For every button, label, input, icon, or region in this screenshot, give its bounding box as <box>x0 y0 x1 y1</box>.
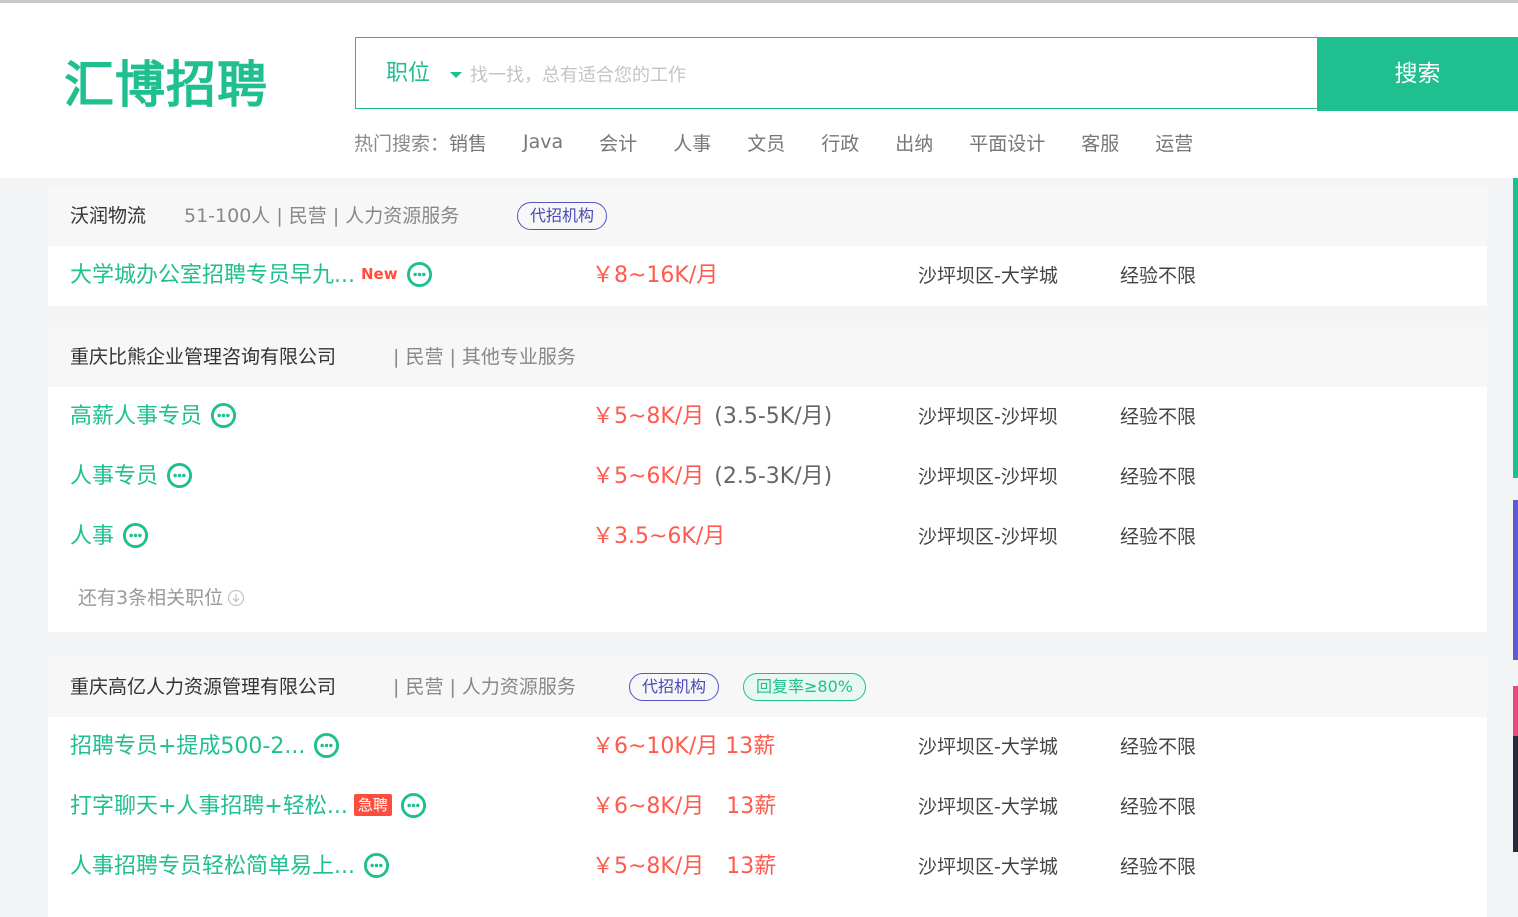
company-card: 重庆高亿人力资源管理有限公司 | 民营 | 人力资源服务 代招机构 回复率≥80… <box>48 657 1487 917</box>
job-location: 沙坪坝区-沙坪坝 <box>918 406 1058 428</box>
job-location: 沙坪坝区-大学城 <box>918 796 1058 818</box>
urgent-badge: 急聘 <box>353 794 392 816</box>
side-accent-bar <box>1513 178 1518 478</box>
caret-down-icon[interactable] <box>450 72 462 78</box>
company-name[interactable]: 重庆高亿人力资源管理有限公司 <box>70 657 336 717</box>
circle-arrow-down-icon[interactable] <box>227 589 245 607</box>
side-accent-bar <box>1513 686 1518 736</box>
hot-search-label: 热门搜索： <box>354 132 450 155</box>
job-location: 沙坪坝区-大学城 <box>918 265 1058 287</box>
search-type-select[interactable]: 职位 <box>386 38 430 110</box>
job-salary: ￥5~8K/月 13薪 <box>592 854 777 879</box>
more-jobs-link[interactable]: 还有3条相关职位 <box>78 567 245 629</box>
job-title[interactable]: 大学城办公室招聘专员早九... New <box>70 246 433 306</box>
job-title[interactable]: 人事 <box>70 507 149 567</box>
site-header: 汇博招聘 职位 搜索 热门搜索： 销售 Java 会计 人事 文员 行政 出纳 … <box>0 3 1518 178</box>
company-header: 重庆比熊企业管理咨询有限公司 | 民营 | 其他专业服务 <box>48 327 1487 387</box>
hot-search-item[interactable]: 人事 <box>673 129 711 156</box>
chat-bubble-icon[interactable] <box>406 261 433 288</box>
company-card: 沃润物流 51-100人 | 民营 | 人力资源服务 代招机构 大学城办公室招聘… <box>48 186 1487 306</box>
chat-bubble-icon[interactable] <box>166 462 193 489</box>
job-location: 沙坪坝区-沙坪坝 <box>918 466 1058 488</box>
chat-bubble-icon[interactable] <box>210 402 237 429</box>
job-experience: 经验不限 <box>1120 736 1197 758</box>
company-meta: | 民营 | 人力资源服务 <box>393 676 576 698</box>
company-meta: 51-100人 | 民营 | 人力资源服务 <box>184 205 460 227</box>
job-salary: ￥5~8K/月 (3.5-5K/月) <box>592 404 833 429</box>
job-salary: ￥6~8K/月 13薪 <box>592 794 777 819</box>
job-experience: 经验不限 <box>1120 856 1197 878</box>
agency-badge: 代招机构 <box>517 202 608 230</box>
job-row[interactable]: 人事招聘专员轻松简单易上... ￥5~8K/月 13薪 沙坪坝区-大学城 经验不… <box>48 837 1487 897</box>
more-jobs-row: 还有3条相关职位 <box>48 567 1487 632</box>
job-experience: 经验不限 <box>1120 406 1197 428</box>
company-name[interactable]: 重庆比熊企业管理咨询有限公司 <box>70 327 336 387</box>
hot-search-item[interactable]: 客服 <box>1081 129 1119 156</box>
company-card: 重庆比熊企业管理咨询有限公司 | 民营 | 其他专业服务 高薪人事专员 ￥5~8… <box>48 327 1487 632</box>
search-input[interactable] <box>468 54 1272 96</box>
job-salary: ￥6~10K/月 13薪 <box>592 734 776 759</box>
job-location: 沙坪坝区-大学城 <box>918 856 1058 878</box>
side-accent-bar <box>1513 736 1518 852</box>
chat-bubble-icon[interactable] <box>400 792 427 819</box>
hot-search-item[interactable]: 出纳 <box>895 129 933 156</box>
hot-search-item[interactable]: 平面设计 <box>969 129 1045 156</box>
agency-badge: 代招机构 <box>629 673 720 701</box>
job-row[interactable]: 人事专员 ￥5~6K/月 (2.5-3K/月) 沙坪坝区-沙坪坝 经验不限 <box>48 447 1487 507</box>
search-bar: 职位 <box>355 37 1317 109</box>
job-experience: 经验不限 <box>1120 526 1197 548</box>
hot-search-item[interactable]: Java <box>523 131 563 153</box>
job-row[interactable]: 打字聊天+人事招聘+轻松... 急聘 ￥6~8K/月 13薪 沙坪坝区-大学城 经… <box>48 777 1487 837</box>
company-meta: | 民营 | 其他专业服务 <box>393 346 576 368</box>
new-badge: New <box>360 265 398 283</box>
job-row[interactable]: 高薪人事专员 ￥5~8K/月 (3.5-5K/月) 沙坪坝区-沙坪坝 经验不限 <box>48 387 1487 447</box>
job-title[interactable]: 人事专员 <box>70 447 193 507</box>
job-experience: 经验不限 <box>1120 466 1197 488</box>
job-location: 沙坪坝区-沙坪坝 <box>918 526 1058 548</box>
job-salary: ￥8~16K/月 <box>592 263 719 288</box>
hot-search-item[interactable]: 销售 <box>449 129 487 156</box>
chat-bubble-icon[interactable] <box>122 522 149 549</box>
job-title[interactable]: 高薪人事专员 <box>70 387 237 447</box>
hot-search-bar: 热门搜索： 销售 Java 会计 人事 文员 行政 出纳 平面设计 客服 运营 <box>354 127 1229 157</box>
company-header: 沃润物流 51-100人 | 民营 | 人力资源服务 代招机构 <box>48 186 1487 246</box>
job-salary: ￥5~6K/月 (2.5-3K/月) <box>592 464 833 489</box>
job-row[interactable]: 人事 ￥3.5~6K/月 沙坪坝区-沙坪坝 经验不限 <box>48 507 1487 567</box>
side-accent-bar <box>1513 500 1518 660</box>
job-row[interactable]: 大学城办公室招聘专员早九... New ￥8~16K/月 沙坪坝区-大学城 经验不… <box>48 246 1487 306</box>
reply-rate-badge: 回复率≥80% <box>743 673 866 701</box>
job-title[interactable]: 人事招聘专员轻松简单易上... <box>70 837 390 897</box>
hot-search-item[interactable]: 运营 <box>1155 129 1193 156</box>
hot-search-item[interactable]: 文员 <box>747 129 785 156</box>
job-row[interactable]: 招聘专员+提成500-2... ￥6~10K/月 13薪 沙坪坝区-大学城 经验… <box>48 717 1487 777</box>
chat-bubble-icon[interactable] <box>363 852 390 879</box>
job-salary: ￥3.5~6K/月 <box>592 524 726 549</box>
job-title[interactable]: 招聘专员+提成500-2... <box>70 717 340 777</box>
job-title[interactable]: 打字聊天+人事招聘+轻松... 急聘 <box>70 777 427 837</box>
salary-note: (2.5-3K/月) <box>714 464 833 489</box>
site-logo[interactable]: 汇博招聘 <box>64 55 268 115</box>
company-header: 重庆高亿人力资源管理有限公司 | 民营 | 人力资源服务 代招机构 回复率≥80… <box>48 657 1487 717</box>
search-button[interactable]: 搜索 <box>1317 37 1518 111</box>
hot-search-item[interactable]: 会计 <box>599 129 637 156</box>
chat-bubble-icon[interactable] <box>313 732 340 759</box>
job-location: 沙坪坝区-大学城 <box>918 736 1058 758</box>
hot-search-item[interactable]: 行政 <box>821 129 859 156</box>
company-name[interactable]: 沃润物流 <box>70 186 146 246</box>
job-experience: 经验不限 <box>1120 265 1197 287</box>
job-experience: 经验不限 <box>1120 796 1197 818</box>
salary-note: (3.5-5K/月) <box>714 404 833 429</box>
